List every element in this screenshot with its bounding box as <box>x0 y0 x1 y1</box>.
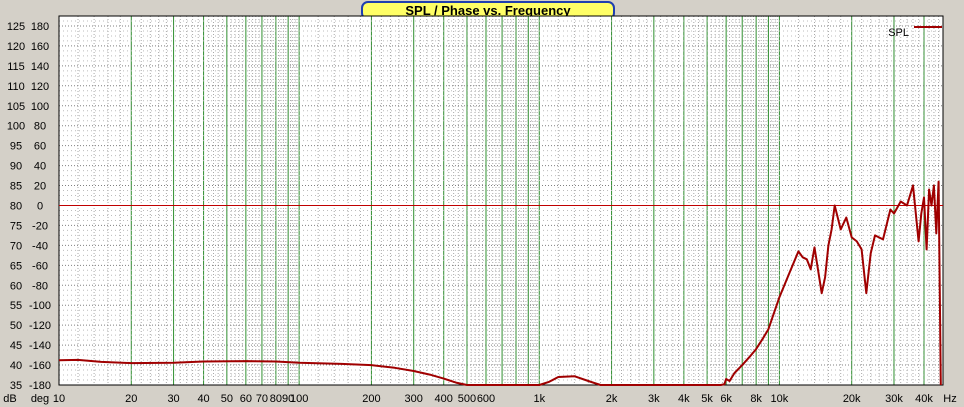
x-tick-label: 20 <box>125 393 137 405</box>
x-tick-label: 50 <box>221 393 233 405</box>
y-right-tick-label: -140 <box>29 340 51 352</box>
x-unit: Hz <box>943 393 956 405</box>
y-left-tick-label: 75 <box>10 220 22 232</box>
x-tick-label: 200 <box>362 393 380 405</box>
y-left-tick-label: 35 <box>10 380 22 392</box>
x-tick-label: 10k <box>771 393 789 405</box>
y-right-tick-label: -180 <box>29 380 51 392</box>
y-right-tick-label: 80 <box>34 121 46 133</box>
y-right-tick-label: 100 <box>31 101 49 113</box>
y-right-tick-label: -60 <box>32 260 48 272</box>
x-tick-label: 80 <box>270 393 282 405</box>
y-right-tick-label: 40 <box>34 161 46 173</box>
x-tick-label: 8k <box>750 393 762 405</box>
x-tick-label: 70 <box>256 393 268 405</box>
y-left-tick-label: 65 <box>10 260 22 272</box>
y-right-tick-label: -160 <box>29 360 51 372</box>
legend-label: SPL <box>888 27 909 39</box>
y-right-tick-label: 180 <box>31 21 49 33</box>
x-tick-label: 2k <box>606 393 618 405</box>
y-left-tick-label: 80 <box>10 200 22 212</box>
x-tick-label: 1k <box>533 393 545 405</box>
y-left-tick-label: 95 <box>10 141 22 153</box>
y-right-tick-label: 160 <box>31 41 49 53</box>
x-tick-label: 100 <box>290 393 308 405</box>
y-left-tick-label: 110 <box>7 81 25 93</box>
y-left-tick-label: 45 <box>10 340 22 352</box>
x-tick-label: 300 <box>405 393 423 405</box>
y-right-tick-label: 140 <box>31 61 49 73</box>
y-left-tick-label: 60 <box>10 280 22 292</box>
y-left-tick-label: 85 <box>10 181 22 193</box>
y-right-tick-label: 20 <box>34 181 46 193</box>
x-tick-label: 10 <box>53 393 65 405</box>
x-tick-label: 4k <box>678 393 690 405</box>
y-left-tick-label: 40 <box>10 360 22 372</box>
x-tick-label: 20k <box>843 393 861 405</box>
x-tick-label: 40k <box>915 393 933 405</box>
x-tick-label: 400 <box>435 393 453 405</box>
y-right-tick-label: 60 <box>34 141 46 153</box>
x-tick-label: 600 <box>477 393 495 405</box>
y-left-tick-label: 125 <box>7 21 25 33</box>
y-left-unit: dB <box>3 393 16 405</box>
y-right-tick-label: 0 <box>37 200 43 212</box>
y-left-tick-label: 100 <box>7 121 25 133</box>
y-left-tick-label: 55 <box>10 300 22 312</box>
y-left-tick-label: 115 <box>7 61 25 73</box>
y-right-tick-label: -40 <box>32 240 48 252</box>
spl-phase-chart: 3540455055606570758085909510010511011512… <box>3 15 957 405</box>
y-right-tick-label: -100 <box>29 300 51 312</box>
x-tick-label: 30k <box>885 393 903 405</box>
y-right-unit: deg <box>31 393 49 405</box>
x-tick-label: 3k <box>648 393 660 405</box>
y-left-tick-label: 50 <box>10 320 22 332</box>
x-tick-label: 40 <box>197 393 209 405</box>
y-left-tick-label: 105 <box>7 101 25 113</box>
x-tick-label: 6k <box>720 393 732 405</box>
y-left-tick-label: 90 <box>10 161 22 173</box>
y-left-tick-label: 70 <box>10 240 22 252</box>
x-tick-label: 500 <box>458 393 476 405</box>
y-right-tick-label: -20 <box>32 220 48 232</box>
y-right-tick-label: 120 <box>31 81 49 93</box>
y-left-tick-label: 120 <box>7 41 25 53</box>
x-tick-label: 30 <box>167 393 179 405</box>
x-tick-label: 5k <box>701 393 713 405</box>
y-right-tick-label: -80 <box>32 280 48 292</box>
x-tick-label: 60 <box>240 393 252 405</box>
y-right-tick-label: -120 <box>29 320 51 332</box>
